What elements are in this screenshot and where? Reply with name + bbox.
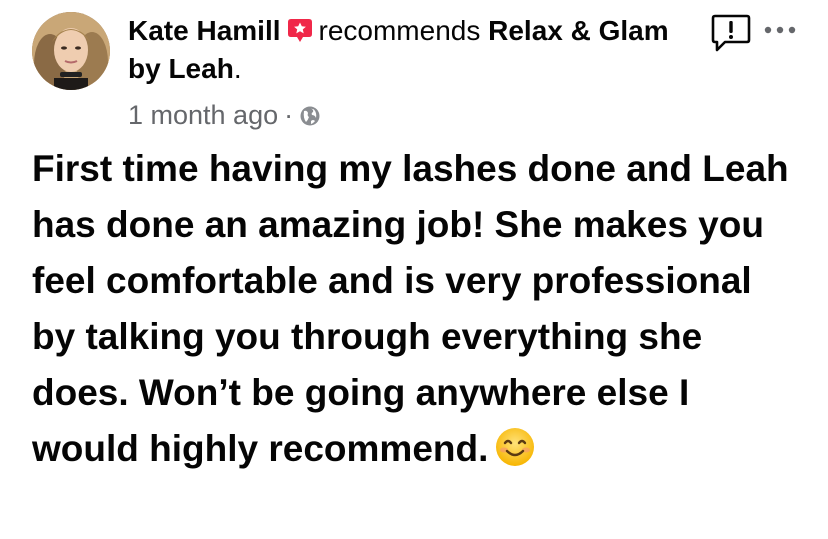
- avatar[interactable]: [32, 12, 110, 90]
- more-options-icon: [764, 26, 796, 34]
- recommend-badge-icon: [287, 15, 313, 42]
- recommends-verb: recommends: [318, 15, 481, 46]
- post-header: Kate Hamill recommends Relax & Glam by Le…: [128, 12, 688, 88]
- more-options-button[interactable]: [762, 18, 802, 42]
- smiling-face-icon: [494, 426, 536, 468]
- author-name[interactable]: Kate Hamill: [128, 15, 281, 46]
- avatar-photo: [32, 12, 110, 90]
- meta-separator: ·: [284, 100, 294, 130]
- post-meta: 1 month ago ·: [128, 97, 321, 133]
- timestamp[interactable]: 1 month ago: [128, 100, 278, 130]
- page-name-suffix: .: [233, 53, 242, 84]
- review-body: First time having my lashes done and Lea…: [32, 148, 789, 469]
- globe-icon: [299, 100, 321, 126]
- report-icon: [711, 14, 751, 52]
- review-text: First time having my lashes done and Lea…: [32, 141, 802, 477]
- report-button[interactable]: [709, 12, 753, 56]
